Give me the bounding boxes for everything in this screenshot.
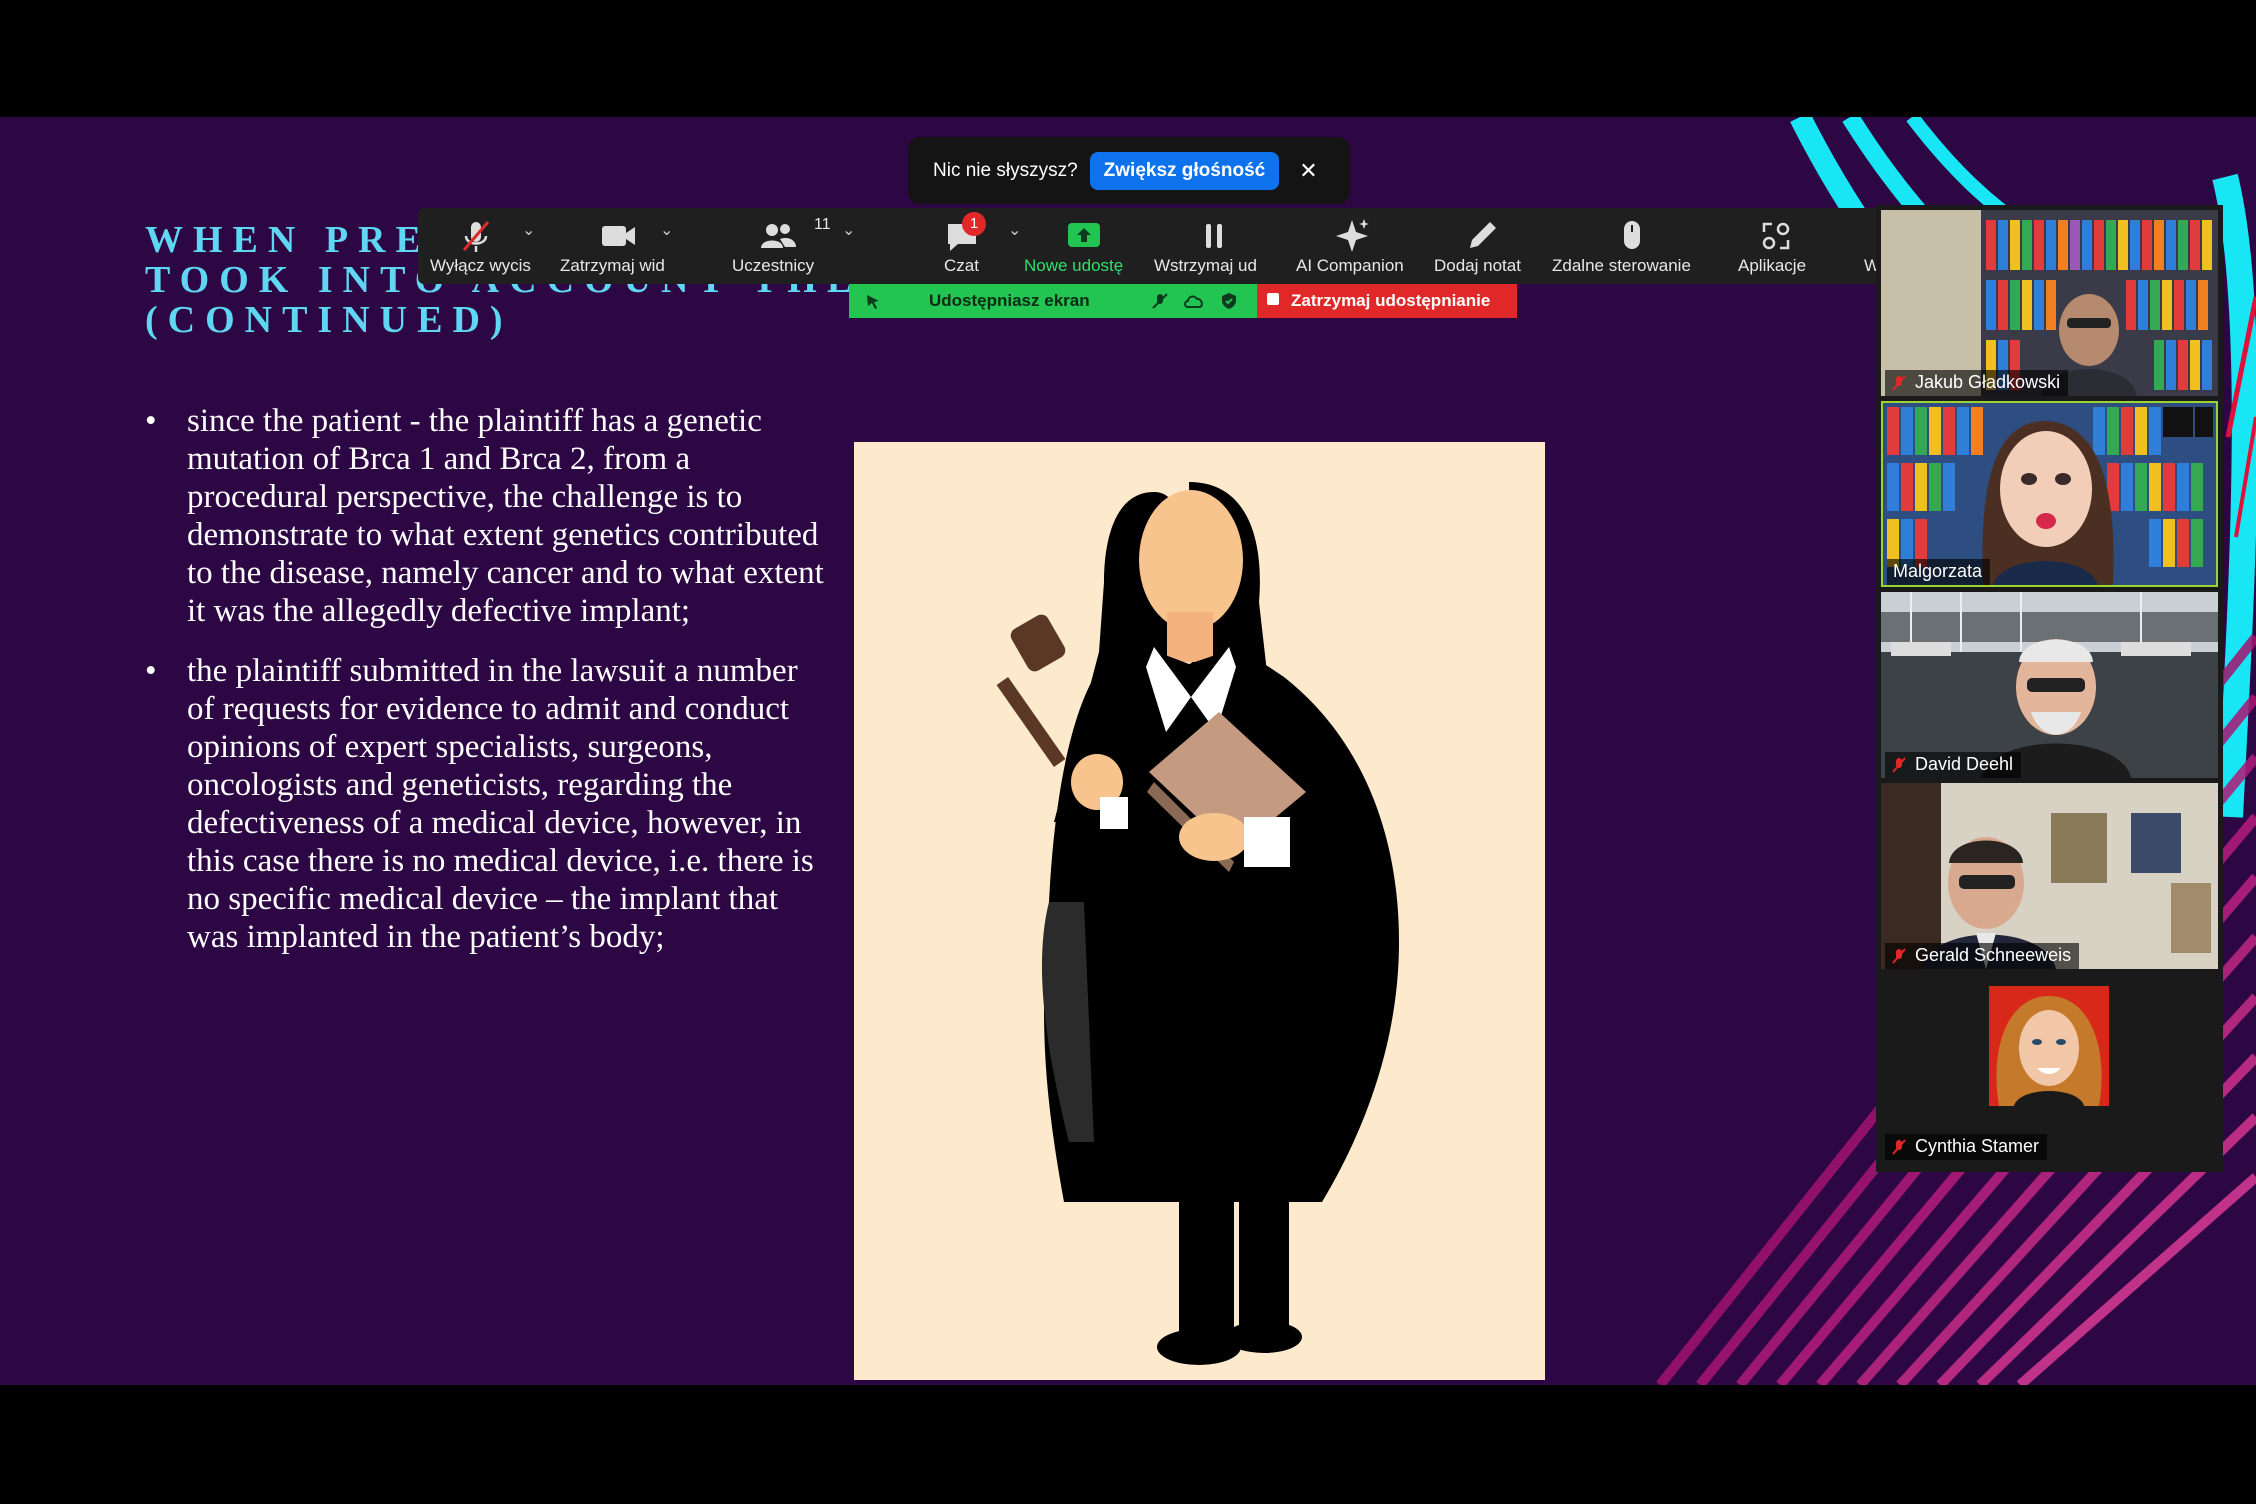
share-screen-icon <box>1068 223 1100 247</box>
chevron-down-icon[interactable]: ⌄ <box>660 220 673 240</box>
ai-companion-label: AI Companion <box>1296 256 1404 275</box>
participant-tile-active[interactable]: Malgorzata <box>1881 401 2218 587</box>
chevron-down-icon[interactable]: ⌄ <box>1008 220 1021 240</box>
participants-icon <box>761 224 796 248</box>
stop-share-label: Zatrzymaj udostępnianie <box>1291 291 1491 310</box>
apps-icon <box>1762 222 1790 250</box>
ai-companion-button[interactable]: AI Companion <box>1292 208 1414 284</box>
sharing-status-bar: Udostępniasz ekran <box>849 284 1257 318</box>
apps-label: Aplikacje <box>1738 256 1807 275</box>
slide-bullet: • since the patient - the plaintiff has … <box>145 402 825 630</box>
participants-label: Uczestnicy <box>732 256 815 275</box>
toast-message: Nic nie słyszysz? <box>933 159 1078 181</box>
audio-toast: Nic nie słyszysz? Zwiększ głośność ✕ <box>908 137 1350 204</box>
mic-off-icon <box>1152 293 1168 309</box>
participant-name: Cynthia Stamer <box>1915 1136 2040 1156</box>
bullet-dot: • <box>145 653 157 689</box>
pause-share-button[interactable]: Wstrzymaj ud <box>1154 208 1274 284</box>
participants-count: 11 <box>814 216 831 233</box>
participant-name: Gerald Schneeweis <box>1915 945 2072 965</box>
judge-illustration <box>854 442 1545 1380</box>
annotate-button[interactable]: Dodaj notat <box>1432 208 1534 284</box>
mic-off-icon <box>1892 756 1906 773</box>
meeting-toolbar: ⌄ Wyłącz wycis ⌄ Zatrzymaj wid 11 ⌄ Ucze… <box>418 208 1949 284</box>
video-label: Zatrzymaj wid <box>560 256 665 275</box>
chevron-down-icon[interactable]: ⌄ <box>522 220 535 240</box>
stop-video-button[interactable]: ⌄ Zatrzymaj wid <box>558 208 680 284</box>
participant-name-tag: Gerald Schneeweis <box>1885 943 2080 969</box>
slide-title-line: (CONTINUED) <box>145 299 513 341</box>
mic-off-icon <box>462 221 490 252</box>
participant-name: David Deehl <box>1915 754 2014 774</box>
stop-icon <box>1267 293 1279 305</box>
slide-bullet: • the plaintiff submitted in the lawsuit… <box>145 652 825 956</box>
participant-name-tag: David Deehl <box>1885 752 2022 778</box>
video-camera-icon <box>602 226 635 246</box>
bullet-dot: • <box>145 403 157 439</box>
video-feed <box>1881 210 2218 396</box>
close-icon[interactable]: ✕ <box>1299 158 1317 184</box>
mute-label: Wyłącz wycis <box>430 256 531 275</box>
mouse-icon <box>1624 221 1640 249</box>
video-feed <box>1883 403 2216 585</box>
participant-name-tag: Cynthia Stamer <box>1885 1134 2048 1160</box>
annotate-label: Dodaj notat <box>1434 256 1521 275</box>
pause-label: Wstrzymaj ud <box>1154 256 1257 275</box>
sparkle-icon <box>1336 219 1369 252</box>
new-share-label: Nowe udostę <box>1024 256 1124 275</box>
participant-tile[interactable]: Cynthia Stamer <box>1881 974 2218 1160</box>
pencil-icon <box>1470 222 1496 248</box>
cloud-icon <box>1184 295 1203 308</box>
participant-name-tag: Jakub Gładkowski <box>1885 370 2069 396</box>
shield-icon <box>1222 293 1236 309</box>
apps-button[interactable]: Aplikacje <box>1732 208 1822 284</box>
participant-gallery: Jakub Gładkowski Malgorzata David Deehl … <box>1876 205 2223 1172</box>
participant-tile[interactable]: David Deehl <box>1881 592 2218 778</box>
participants-button[interactable]: 11 ⌄ Uczestnicy <box>714 208 855 284</box>
participant-name: Jakub Gładkowski <box>1915 372 2061 392</box>
video-feed <box>1881 783 2218 969</box>
pause-icon <box>1206 224 1222 248</box>
slide-bullet-list: • since the patient - the plaintiff has … <box>145 402 825 978</box>
bullet-text: the plaintiff submitted in the lawsuit a… <box>187 653 814 955</box>
chat-label: Czat <box>944 256 979 275</box>
video-feed <box>1881 592 2218 778</box>
remote-control-button[interactable]: Zdalne sterowanie <box>1552 208 1712 284</box>
increase-volume-button[interactable]: Zwiększ głośność <box>1089 151 1280 190</box>
bullet-text: since the patient - the plaintiff has a … <box>187 403 824 629</box>
chat-button[interactable]: 1 ⌄ Czat <box>918 208 1021 284</box>
mute-button[interactable]: ⌄ Wyłącz wycis <box>426 208 542 284</box>
remote-control-label: Zdalne sterowanie <box>1552 256 1691 275</box>
mic-off-icon <box>1892 947 1906 964</box>
participant-name: Malgorzata <box>1893 561 1983 581</box>
chevron-down-icon[interactable]: ⌄ <box>842 220 855 240</box>
stop-share-button[interactable]: Zatrzymaj udostępnianie <box>1257 284 1517 318</box>
drag-handle-icon[interactable] <box>863 291 883 311</box>
avatar <box>1989 986 2109 1106</box>
mic-off-icon <box>1892 374 1906 391</box>
participant-name-tag: Malgorzata <box>1887 559 1991 585</box>
sharing-label: Udostępniasz ekran <box>929 291 1090 310</box>
mic-off-icon <box>1892 1138 1906 1155</box>
chat-badge: 1 <box>962 212 986 236</box>
participant-tile[interactable]: Gerald Schneeweis <box>1881 783 2218 969</box>
participant-tile[interactable]: Jakub Gładkowski <box>1881 210 2218 396</box>
new-share-button[interactable]: Nowe udostę <box>1022 208 1148 284</box>
judge-figure-icon <box>996 482 1399 1365</box>
